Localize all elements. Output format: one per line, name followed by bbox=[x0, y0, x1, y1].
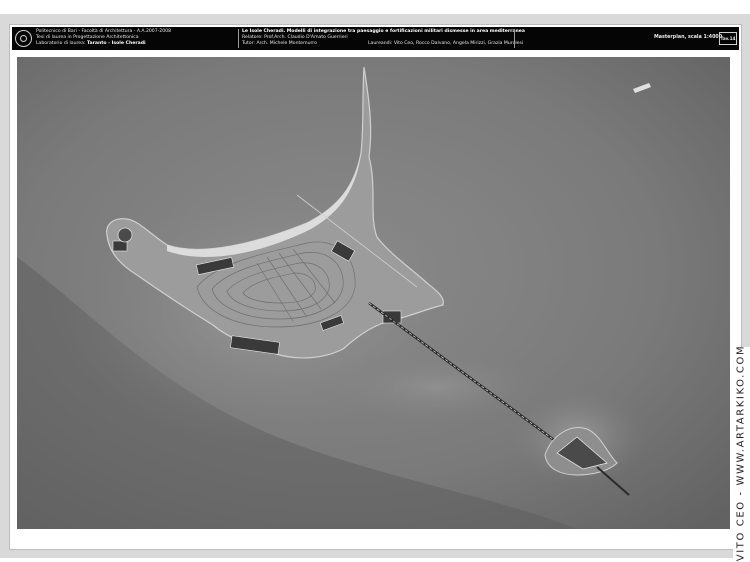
project-title: Modelli di integrazione tra paesaggio e … bbox=[286, 29, 525, 34]
lab-line: Laboratorio di laurea: Taranto - Isole C… bbox=[36, 41, 234, 47]
credit-text: VITO CEO - WWW.ARTARKIKO.COM bbox=[735, 344, 747, 562]
title-divider bbox=[514, 29, 515, 48]
laureandi-text: Laureandi: Vito Ceo, Rocco Dalvano, Ange… bbox=[368, 41, 524, 46]
title-block-left: Politecnico di Bari - Facoltà di Archite… bbox=[36, 29, 234, 47]
side-caption: VITO CEO - WWW.ARTARKIKO.COM bbox=[733, 344, 750, 562]
project-prefix: Le Isole Cheradi. bbox=[242, 29, 286, 34]
west-fort bbox=[117, 227, 133, 243]
scale-label: Masterplan, scala 1:4000 bbox=[654, 35, 723, 40]
sheet-number: Tav.14 bbox=[719, 32, 737, 45]
sheet-frame: Politecnico di Bari - Facoltà di Archite… bbox=[9, 24, 742, 550]
masterplan-aerial-view bbox=[17, 57, 730, 529]
university-logo-icon bbox=[15, 30, 32, 47]
title-divider bbox=[238, 29, 239, 48]
lab-title: Taranto - Isole Cheradi bbox=[86, 41, 146, 46]
lab-prefix: Laboratorio di laurea: bbox=[36, 41, 86, 46]
masterplan-drawing bbox=[17, 57, 730, 529]
drawing-sheet: Politecnico di Bari - Facoltà di Archite… bbox=[0, 14, 750, 558]
title-block: Politecnico di Bari - Facoltà di Archite… bbox=[12, 27, 739, 50]
